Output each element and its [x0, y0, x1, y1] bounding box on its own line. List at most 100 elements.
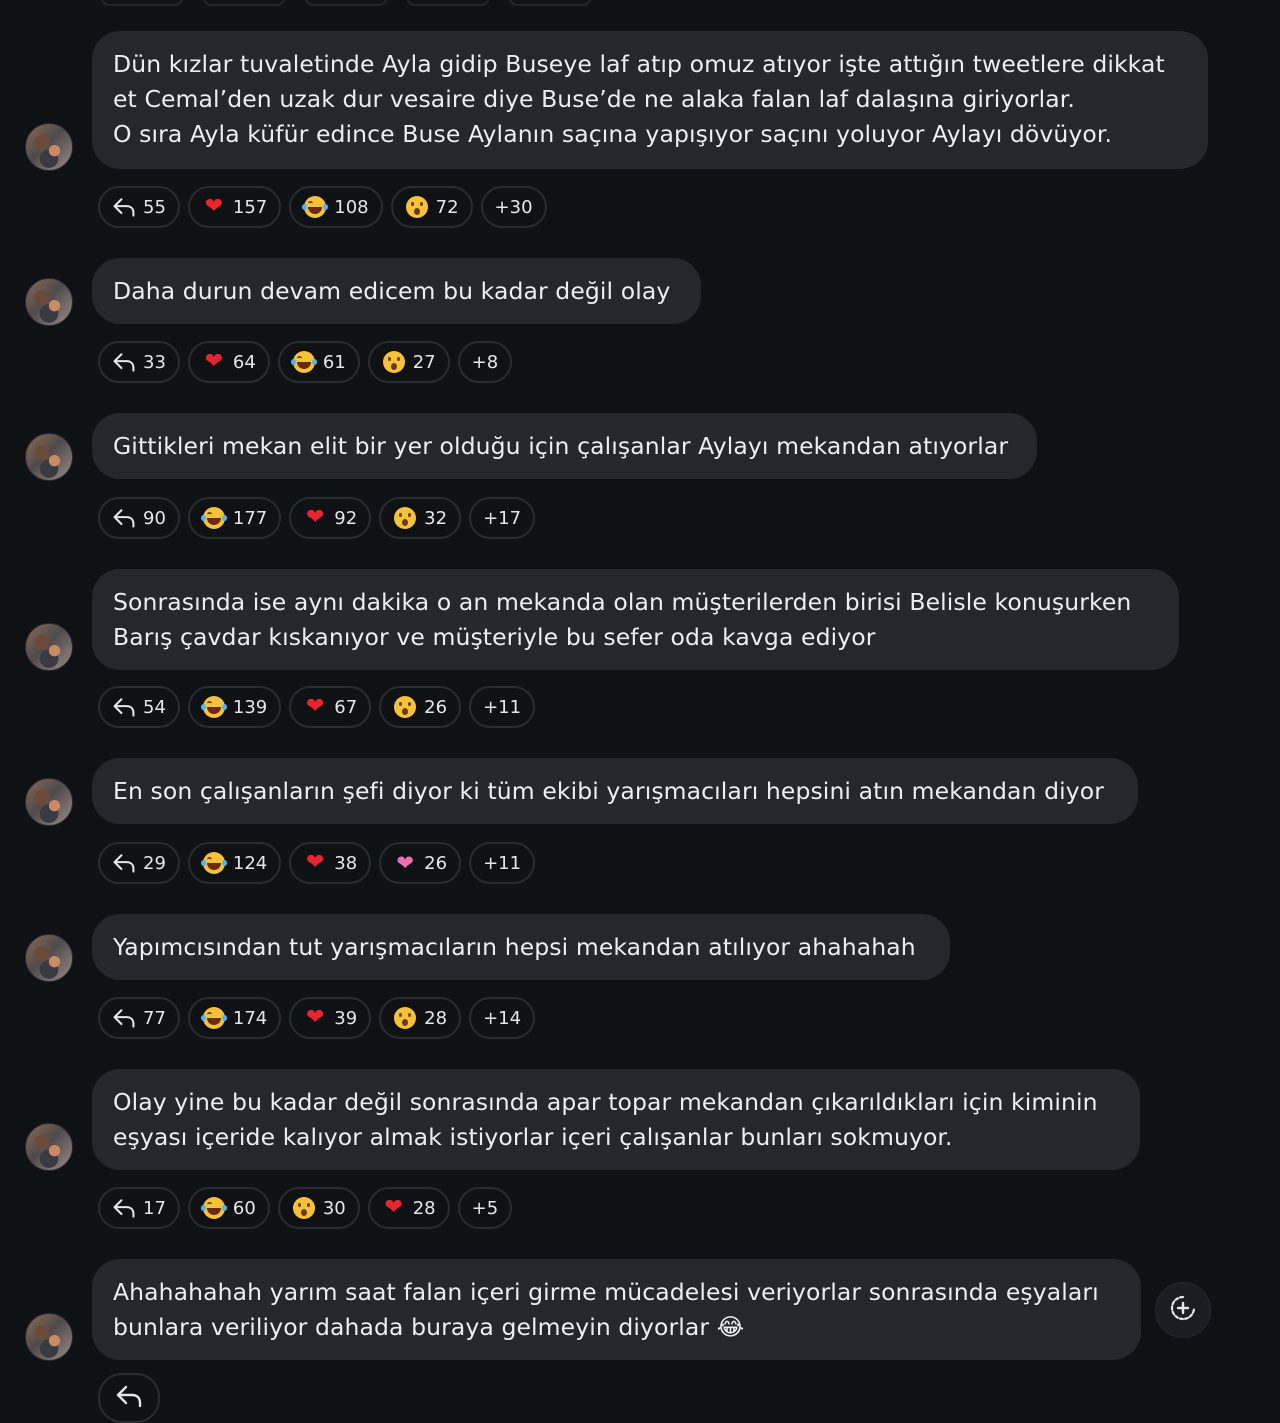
more-reactions-count: +30 — [494, 196, 533, 218]
reaction-bar: 17 60 30 ❤ 28 +5 — [98, 1187, 513, 1229]
laughing-tears-icon — [200, 506, 227, 530]
reply-count: 29 — [143, 852, 166, 874]
reply-count-chip[interactable]: 54 — [98, 686, 180, 728]
avatar[interactable] — [25, 623, 73, 671]
reaction-count: 30 — [322, 1197, 346, 1219]
avatar[interactable] — [25, 123, 73, 171]
reaction-bar: 33 ❤ 64 61 27 +8 — [98, 341, 513, 383]
reaction-chip[interactable]: ❤ 39 — [289, 997, 372, 1039]
reaction-count: 157 — [232, 196, 268, 218]
avatar[interactable] — [25, 433, 73, 481]
reaction-count: 38 — [334, 852, 358, 874]
reaction-chip[interactable] — [304, 0, 388, 6]
more-reactions-chip[interactable]: +8 — [457, 341, 513, 383]
message-bubble[interactable]: Olay yine bu kadar değil sonrasında apar… — [92, 1069, 1140, 1170]
reply-icon — [112, 1196, 136, 1220]
reaction-chip[interactable]: ❤ 64 — [187, 341, 270, 383]
surprised-face-icon — [393, 695, 417, 719]
laughing-tears-icon — [200, 851, 227, 875]
reaction-chip[interactable]: 174 — [187, 997, 282, 1039]
reaction-count: 92 — [334, 507, 358, 529]
reaction-chip[interactable] — [508, 0, 592, 6]
reply-count-chip[interactable]: 90 — [98, 497, 180, 539]
surprised-face-icon — [393, 506, 417, 530]
reaction-chip[interactable]: 72 — [390, 186, 473, 228]
reaction-count: 39 — [334, 1007, 358, 1029]
avatar[interactable] — [25, 934, 73, 982]
laughing-tears-icon — [200, 1196, 227, 1220]
add-reaction-icon — [1168, 1293, 1198, 1327]
more-reactions-count: +17 — [483, 507, 522, 529]
reply-count-chip[interactable]: 29 — [98, 842, 180, 884]
reaction-chip[interactable]: ❤ 26 — [379, 842, 462, 884]
laughing-tears-icon — [302, 195, 329, 219]
avatar[interactable] — [25, 778, 73, 826]
message-bubble[interactable]: Ahahahahah yarım saat falan içeri girme … — [92, 1259, 1141, 1360]
reaction-chip[interactable]: ❤ 157 — [187, 186, 282, 228]
add-reaction-button[interactable] — [1155, 1282, 1211, 1338]
reaction-chip[interactable]: 177 — [187, 497, 282, 539]
reaction-bar: 54 139 ❤ 67 26 +11 — [98, 686, 536, 728]
reaction-count: 139 — [232, 696, 268, 718]
reply-count: 54 — [143, 696, 166, 718]
red-heart-icon: ❤ — [306, 505, 325, 530]
reaction-chip[interactable]: ❤ 67 — [289, 686, 372, 728]
reaction-count: 108 — [334, 196, 369, 218]
reaction-count: 28 — [424, 1007, 448, 1029]
reaction-chip[interactable]: 28 — [379, 997, 462, 1039]
message-bubble[interactable]: Gittikleri mekan elit bir yer olduğu içi… — [92, 413, 1037, 479]
reaction-count: 32 — [424, 507, 448, 529]
reaction-bar: 77 174 ❤ 39 28 +14 — [98, 997, 536, 1039]
reaction-chip[interactable]: 30 — [277, 1187, 360, 1229]
more-reactions-chip[interactable]: +14 — [469, 997, 536, 1039]
message-bubble[interactable]: Dün kızlar tuvaletinde Ayla gidip Buseye… — [92, 31, 1208, 169]
reaction-chip[interactable] — [406, 0, 490, 6]
reaction-count: 72 — [435, 196, 459, 218]
avatar[interactable] — [25, 1313, 73, 1361]
red-heart-icon: ❤ — [306, 850, 325, 875]
message-bubble[interactable]: Sonrasında ise aynı dakika o an mekanda … — [92, 569, 1179, 670]
surprised-face-icon — [393, 1006, 417, 1030]
reaction-chip[interactable]: 27 — [367, 341, 450, 383]
more-reactions-chip[interactable]: +11 — [469, 686, 536, 728]
reply-count-chip[interactable]: 55 — [98, 186, 180, 228]
more-reactions-chip[interactable]: +11 — [469, 842, 536, 884]
avatar[interactable] — [25, 278, 73, 326]
reply-icon — [112, 695, 136, 719]
reaction-chip[interactable] — [100, 0, 184, 6]
reaction-count: 177 — [232, 507, 268, 529]
reaction-chip[interactable]: 26 — [379, 686, 462, 728]
reply-icon — [115, 1384, 143, 1412]
previous-reactions-row — [100, 0, 592, 6]
reaction-chip[interactable] — [202, 0, 286, 6]
reaction-chip[interactable]: 32 — [379, 497, 462, 539]
reaction-chip[interactable]: 60 — [187, 1187, 270, 1229]
reaction-chip[interactable]: 124 — [187, 842, 282, 884]
reaction-count: 124 — [232, 852, 268, 874]
more-reactions-chip[interactable]: +30 — [480, 186, 547, 228]
more-reactions-chip[interactable]: +17 — [469, 497, 536, 539]
reply-button[interactable] — [98, 1373, 160, 1423]
more-reactions-count: +11 — [483, 696, 522, 718]
reaction-chip[interactable]: 61 — [277, 341, 360, 383]
laughing-tears-icon — [290, 350, 317, 374]
surprised-face-icon — [382, 350, 406, 374]
reaction-chip[interactable]: ❤ 28 — [367, 1187, 450, 1229]
reaction-chip[interactable]: ❤ 38 — [289, 842, 372, 884]
reply-count-chip[interactable]: 77 — [98, 997, 180, 1039]
more-reactions-count: +8 — [471, 351, 499, 373]
reaction-chip[interactable]: ❤ 92 — [289, 497, 372, 539]
more-reactions-chip[interactable]: +5 — [457, 1187, 513, 1229]
red-heart-icon: ❤ — [306, 694, 325, 719]
reply-count: 17 — [143, 1197, 166, 1219]
reply-icon — [112, 851, 136, 875]
reaction-chip[interactable]: 139 — [187, 686, 282, 728]
reply-count-chip[interactable]: 17 — [98, 1187, 180, 1229]
message-bubble[interactable]: Yapımcısından tut yarışmacıların hepsi m… — [92, 914, 950, 980]
message-bubble[interactable]: Daha durun devam edicem bu kadar değil o… — [92, 258, 701, 324]
reaction-chip[interactable]: 108 — [289, 186, 383, 228]
message-bubble[interactable]: En son çalışanların şefi diyor ki tüm ek… — [92, 758, 1138, 824]
reaction-count: 174 — [232, 1007, 268, 1029]
reply-count-chip[interactable]: 33 — [98, 341, 180, 383]
avatar[interactable] — [25, 1123, 73, 1171]
